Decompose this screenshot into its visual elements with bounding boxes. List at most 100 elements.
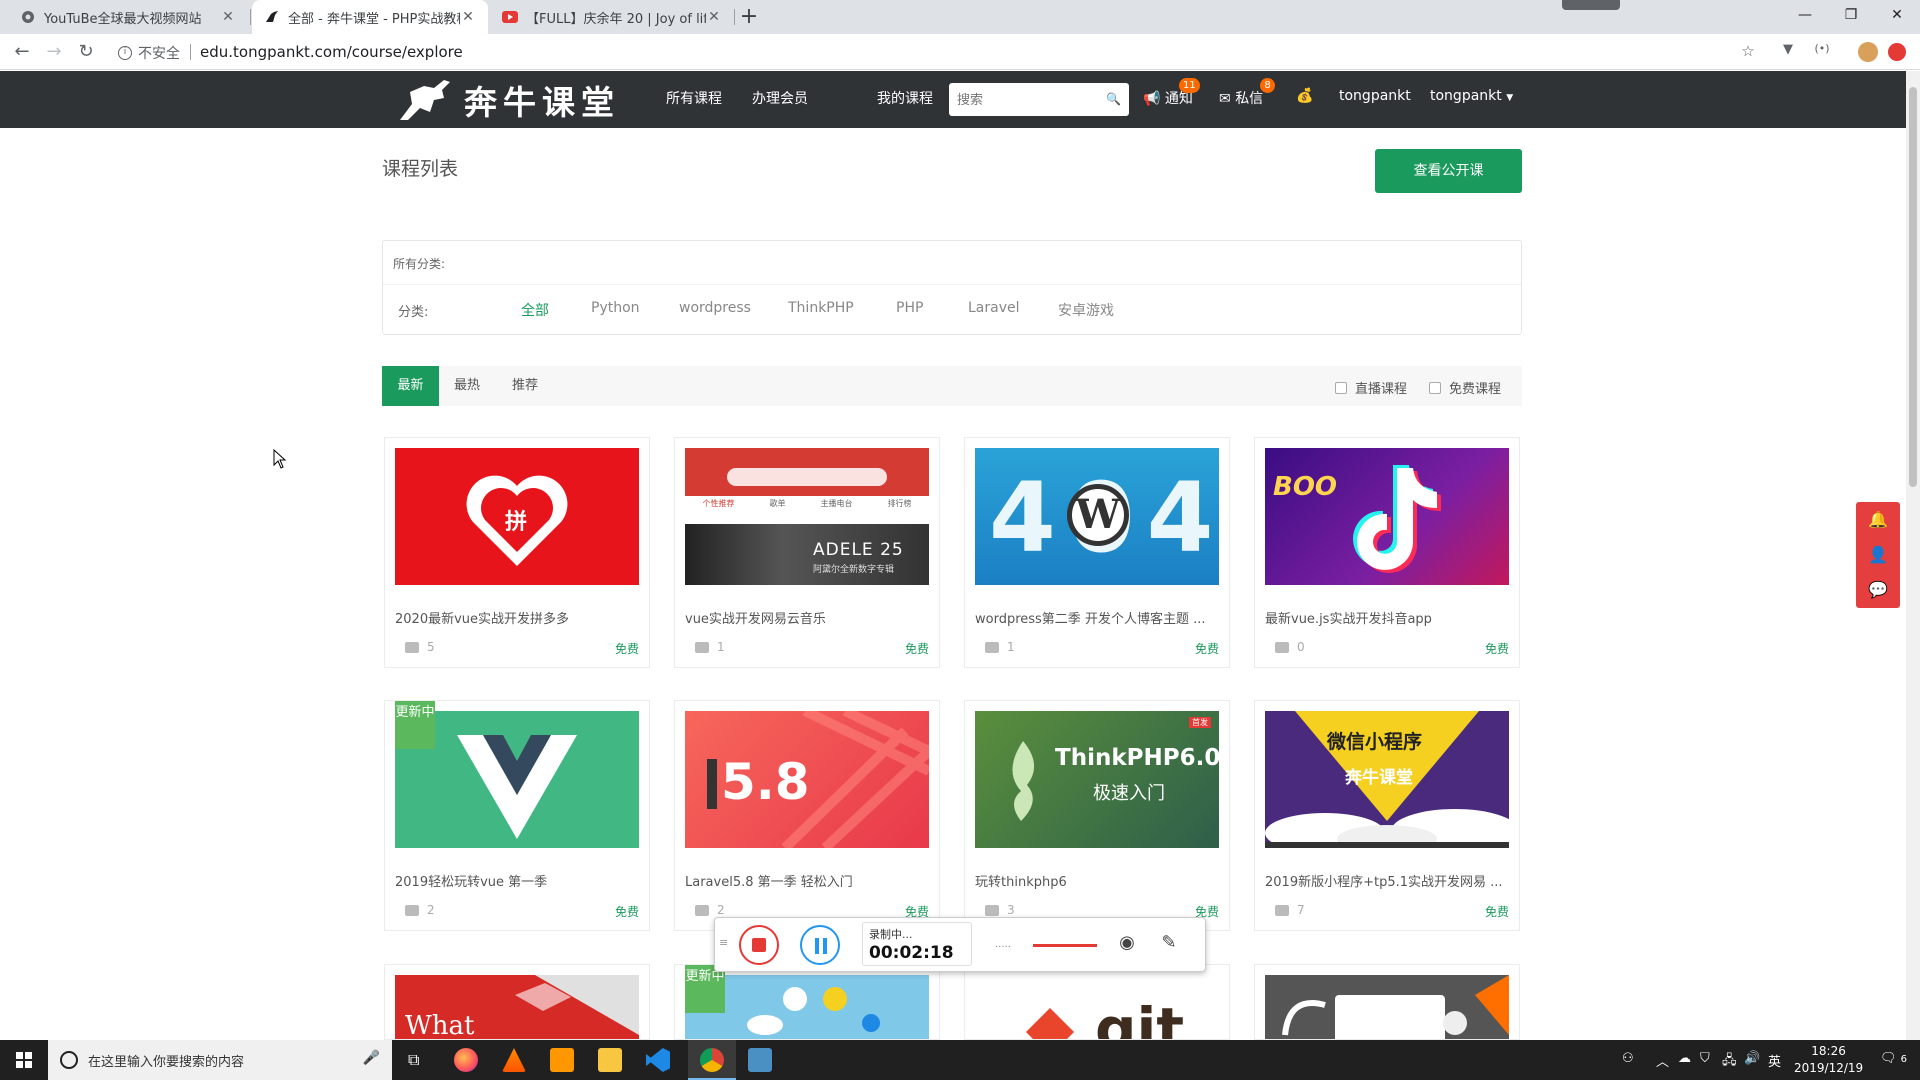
windows-start-button[interactable] [0, 1040, 48, 1080]
course-thumbnail[interactable]: git [975, 975, 1219, 1039]
course-thumbnail[interactable]: BOO [1265, 448, 1509, 585]
course-card[interactable]: 5.8 Laravel5.8 第一季 轻松入门 2 免费 [674, 700, 940, 931]
bookmark-star-icon[interactable]: ☆ [1738, 42, 1758, 60]
taskbar-sublime[interactable] [538, 1040, 586, 1080]
window-close-icon[interactable]: ✕ [1874, 0, 1920, 30]
nav-username[interactable]: tongpankt [1339, 88, 1411, 104]
course-title[interactable]: 2020最新vue实战开发拼多多 [395, 608, 641, 627]
course-title[interactable]: Laravel5.8 第一季 轻松入门 [685, 871, 931, 890]
course-card[interactable]: 404 W wordpress第二季 开发个人博客主题 ... 1 免费 [964, 437, 1230, 668]
user-dropdown[interactable]: tongpankt ▼ [1430, 88, 1513, 104]
back-arrow-icon[interactable]: ← [10, 40, 34, 64]
course-card[interactable] [1254, 964, 1520, 1040]
course-card[interactable]: BOO 最新vue.js实战开发抖音app 0 免费 [1254, 437, 1520, 668]
stop-recording-button[interactable] [739, 925, 779, 965]
category-thinkphp[interactable]: ThinkPHP [788, 300, 854, 316]
restore-icon[interactable]: ❐ [1828, 0, 1874, 30]
close-icon[interactable]: ✕ [220, 9, 236, 25]
sort-newest[interactable]: 最新 [382, 366, 439, 406]
volume-icon[interactable]: 🔊 [1744, 1051, 1760, 1066]
extension-cast-icon[interactable]: (•) [1812, 42, 1832, 55]
course-title[interactable]: 玩转thinkphp6 [975, 871, 1221, 890]
nav-messages[interactable]: ✉ 私信 [1219, 88, 1263, 108]
scrollbar-thumb[interactable] [1909, 87, 1917, 487]
taskbar-explorer[interactable] [586, 1040, 634, 1080]
notification-center-icon[interactable]: 🗨 6 [1880, 1051, 1907, 1066]
taskbar-search-box[interactable]: 在这里输入你要搜索的内容 🎤 [48, 1040, 392, 1080]
course-card[interactable]: git [964, 964, 1230, 1040]
course-thumbnail[interactable]: 个性推荐 歌单 主播电台 排行榜 ADELE 25 阿黛尔全新数字专辑 [685, 448, 929, 585]
taskbar-vscode[interactable] [634, 1040, 682, 1080]
site-logo[interactable]: 奔牛课堂 [398, 77, 620, 123]
course-card[interactable]: 个性推荐 歌单 主播电台 排行榜 ADELE 25 阿黛尔全新数字专辑 vue实… [674, 437, 940, 668]
network-icon[interactable]: 🖧 [1722, 1051, 1737, 1073]
course-title[interactable]: 最新vue.js实战开发抖音app [1265, 608, 1511, 627]
course-thumbnail[interactable]: 404 W [975, 448, 1219, 585]
search-icon[interactable]: 🔍 [1106, 92, 1121, 106]
onedrive-icon[interactable]: ☁ [1678, 1051, 1691, 1066]
people-icon[interactable]: ⚇ [1622, 1051, 1634, 1066]
taskbar-firefox[interactable] [442, 1040, 490, 1080]
course-title[interactable]: vue实战开发网易云音乐 [685, 608, 931, 627]
drag-handle-icon[interactable]: ≡ [719, 936, 728, 949]
taskbar-remote-desktop[interactable] [736, 1040, 784, 1080]
category-python[interactable]: Python [591, 300, 640, 316]
course-thumbnail[interactable]: What [395, 975, 639, 1039]
input-method-indicator[interactable]: 英 [1768, 1051, 1781, 1070]
new-tab-plus-icon[interactable]: + [736, 4, 762, 30]
category-php[interactable]: PHP [896, 300, 923, 316]
close-icon[interactable]: ✕ [706, 9, 722, 25]
browser-tab[interactable]: YouTuBe全球最大视频网站 ✕ [8, 0, 248, 34]
browser-tab[interactable]: 【FULL】庆余年 20 | Joy of life ✕ [490, 0, 734, 34]
course-card[interactable]: 更新中 2019轻松玩转vue 第一季 2 免费 [384, 700, 650, 931]
view-public-courses-button[interactable]: 查看公开课 [1375, 149, 1522, 193]
course-thumbnail[interactable]: 首发 ThinkPHP6.0 极速入门 [975, 711, 1219, 848]
category-laravel[interactable]: Laravel [968, 300, 1020, 316]
money-bag-icon[interactable]: 💰 [1296, 88, 1313, 104]
taskbar-vlc[interactable] [490, 1040, 538, 1080]
pencil-icon[interactable]: ✎ [1157, 932, 1181, 956]
address-bar-url[interactable]: edu.tongpankt.com/course/explore [200, 43, 463, 61]
course-thumbnail[interactable]: 5.8 [685, 711, 929, 848]
category-android-games[interactable]: 安卓游戏 [1058, 300, 1114, 320]
course-card[interactable]: What [384, 964, 650, 1040]
page-scrollbar[interactable] [1906, 71, 1920, 1040]
bell-icon[interactable]: 🔔 [1856, 502, 1900, 537]
category-all[interactable]: 全部 [521, 300, 549, 320]
course-title[interactable]: 2019轻松玩转vue 第一季 [395, 871, 641, 890]
taskbar-clock[interactable]: 18:26 2019/12/19 [1794, 1043, 1863, 1077]
browser-tab-active[interactable]: 全部 - 奔牛课堂 - PHP实战教程 ✕ [252, 0, 488, 34]
course-card[interactable]: 更新中 [674, 964, 940, 1040]
extension-record-icon[interactable] [1888, 43, 1906, 61]
tray-expand-icon[interactable]: ︿ [1656, 1051, 1669, 1070]
profile-avatar[interactable] [1858, 42, 1878, 62]
forward-arrow-icon[interactable]: → [42, 40, 66, 64]
customer-service-icon[interactable]: 👤 [1856, 537, 1900, 572]
live-courses-checkbox[interactable]: 直播课程 [1335, 378, 1407, 397]
course-card[interactable]: 拼 2020最新vue实战开发拼多多 5 免费 [384, 437, 650, 668]
extension-vpn-icon[interactable]: ▼ [1778, 42, 1798, 57]
search-input[interactable] [949, 83, 1099, 116]
sort-hottest[interactable]: 最热 [454, 366, 480, 406]
security-shield-icon[interactable]: ⛉ [1700, 1051, 1710, 1066]
course-thumbnail[interactable]: 微信小程序 奔牛课堂 [1265, 711, 1509, 848]
task-view-button[interactable]: ⧉ [392, 1040, 440, 1080]
course-card[interactable]: 首发 ThinkPHP6.0 极速入门 玩转thinkphp6 3 免费 [964, 700, 1230, 931]
security-indicator[interactable]: i 不安全 [118, 43, 180, 63]
wechat-icon[interactable]: 💬 [1856, 572, 1900, 607]
course-thumbnail[interactable] [1265, 975, 1509, 1039]
taskbar-chrome[interactable] [688, 1040, 736, 1080]
close-icon[interactable]: ✕ [460, 9, 476, 25]
sort-recommended[interactable]: 推荐 [512, 366, 538, 406]
minimize-icon[interactable]: — [1782, 0, 1828, 30]
course-thumbnail[interactable]: 拼 [395, 448, 639, 585]
free-courses-checkbox[interactable]: 免费课程 [1429, 378, 1501, 397]
course-title[interactable]: 2019新版小程序+tp5.1实战开发网易 ... [1265, 871, 1511, 890]
webcam-icon[interactable]: ◉ [1115, 932, 1139, 956]
pause-recording-button[interactable] [800, 925, 840, 965]
course-card[interactable]: 微信小程序 奔牛课堂 2019新版小程序+tp5.1实战开发网易 ... 7 免… [1254, 700, 1520, 931]
nav-all-courses[interactable]: 所有课程 [666, 88, 722, 108]
microphone-icon[interactable]: 🎤 [363, 1050, 380, 1066]
nav-membership[interactable]: 办理会员 [752, 88, 808, 108]
course-title[interactable]: wordpress第二季 开发个人博客主题 ... [975, 608, 1221, 627]
